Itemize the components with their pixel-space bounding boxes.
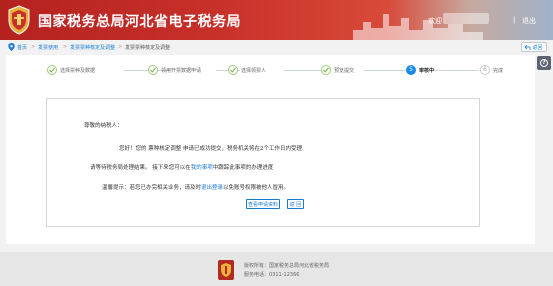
breadcrumb-invoice-use[interactable]: 发票使用	[38, 44, 58, 51]
breadcrumb-invoice-adjust[interactable]: 发票票种核定及调整	[70, 44, 115, 51]
step-6-label: 完成	[493, 68, 504, 74]
check-icon	[49, 67, 55, 73]
submit-success-text: 您好！您的 票种核定调整 申请已成功提交，税务机关将在2个工作日内受理.	[119, 146, 304, 152]
step-1-label: 选择票种及数据	[60, 68, 96, 74]
check-icon	[230, 67, 236, 73]
step-connector	[433, 70, 479, 71]
logout-reminder-prefix: 温馨提示：若您已办完相关业务，请及时	[102, 185, 202, 191]
progress-steps: 选择票种及数据 领用开票数据申请 选择领票人 预览提交 5 审核中 6 完成	[6, 64, 535, 76]
step-2-label: 领用开票数据申请	[161, 68, 202, 74]
top-header: 国家税务总局河北省电子税务局 欢迎 | 退出	[0, 0, 553, 40]
welcome-text: 欢迎	[428, 17, 442, 25]
step-1-check	[47, 65, 57, 75]
step-2-check	[148, 65, 158, 75]
step-6-number: 6	[480, 65, 490, 75]
location-pin-icon	[8, 43, 15, 51]
track-progress-prefix: 请等待税务局处理结果。 接下来您可以在	[90, 165, 191, 171]
tax-emblem-icon	[8, 5, 30, 35]
step-5-label: 审核中	[419, 68, 435, 74]
return-button[interactable]: 返 回	[287, 199, 304, 209]
check-icon	[150, 67, 156, 73]
question-icon: ?	[540, 59, 548, 67]
step-4-check	[321, 65, 331, 75]
step-connector	[364, 70, 406, 71]
greeting-text: 尊敬的纳税人：	[84, 123, 123, 129]
user-name-redacted	[443, 13, 489, 24]
logout-reminder-text: 温馨提示：若您已办完相关业务，请及时退出登录以免账号权限被他人冒用。	[102, 183, 289, 191]
step-4-label: 预览提交	[334, 68, 355, 74]
help-button[interactable]: ?	[537, 56, 551, 70]
footer-copyright: 版权所有：国家税务总局河北省税务局	[244, 263, 330, 269]
back-button[interactable]: 返回	[521, 42, 547, 52]
view-materials-button[interactable]: 查看申请资料	[246, 199, 280, 209]
breadcrumb-separator: >	[31, 44, 36, 50]
breadcrumb-separator: >	[63, 44, 68, 50]
step-3-label: 选择领票人	[241, 68, 267, 74]
tax-emblem-icon	[218, 260, 234, 280]
header-separator: |	[513, 16, 516, 24]
back-button-label: 返回	[532, 44, 543, 51]
logout-reminder-suffix: 以免账号权限被他人冒用。	[223, 185, 290, 191]
footer-hotline: 服务电话：0311-12366	[244, 272, 300, 278]
site-title: 国家税务总局河北省电子税务局	[38, 14, 241, 30]
breadcrumb-home[interactable]: 首页	[17, 44, 27, 51]
breadcrumb: 首页 > 发票使用 > 发票票种核定及调整 > 发票票种核定及调整	[0, 40, 553, 54]
step-5-number: 5	[406, 65, 416, 75]
logout-now-link[interactable]: 退出登录	[201, 185, 223, 191]
track-progress-suffix: 中跟踪此事项的办理进度	[212, 165, 274, 171]
step-3-check	[228, 65, 238, 75]
main-panel: 选择票种及数据 领用开票数据申请 选择领票人 预览提交 5 审核中 6 完成 尊…	[6, 55, 535, 244]
my-matters-link[interactable]: 我的事项	[191, 165, 213, 171]
logout-link[interactable]: 退出	[522, 16, 536, 26]
return-arrow-icon	[525, 44, 531, 50]
check-icon	[323, 67, 329, 73]
track-progress-text: 请等待税务局处理结果。 接下来您可以在我的事项中跟踪此事项的办理进度	[90, 163, 273, 171]
breadcrumb-current: 发票票种核定及调整	[125, 45, 171, 51]
page-footer: 版权所有：国家税务总局河北省税务局 服务电话：0311-12366	[0, 252, 553, 286]
breadcrumb-separator: >	[118, 44, 123, 50]
